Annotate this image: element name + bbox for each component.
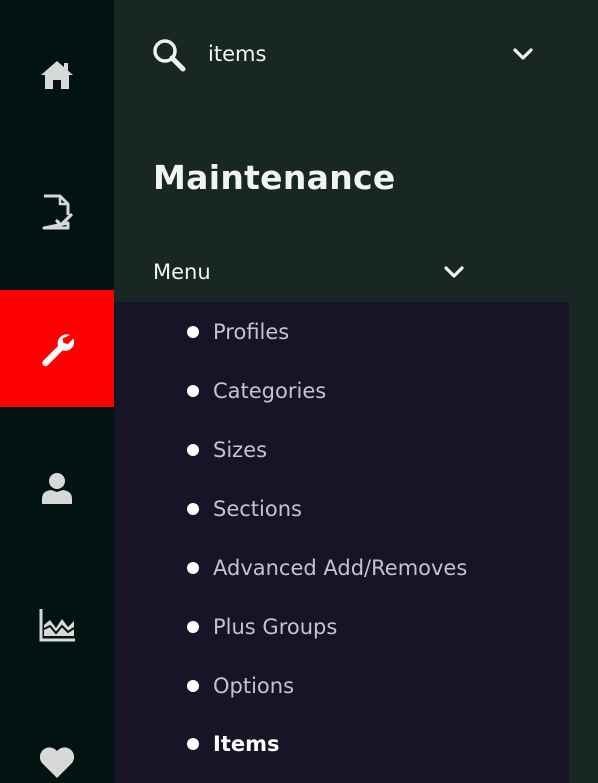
- rail-item-favorites[interactable]: [0, 703, 114, 783]
- menu-item-label: Options: [213, 674, 295, 698]
- bullet-icon: [187, 562, 199, 574]
- menu-item-categories[interactable]: Categories: [184, 371, 554, 411]
- menu-item-label: Sizes: [213, 438, 268, 462]
- menu-toggle[interactable]: Menu: [153, 250, 473, 294]
- rail-item-reports[interactable]: [0, 566, 114, 683]
- menu-item-plus-groups[interactable]: Plus Groups: [184, 607, 554, 647]
- menu-item-label: Categories: [213, 379, 327, 403]
- document-check-icon: [42, 194, 73, 229]
- chevron-down-icon: [444, 266, 464, 278]
- bullet-icon: [187, 326, 199, 338]
- rail-item-documents[interactable]: [0, 153, 114, 270]
- menu-item-advanced-add-removes[interactable]: Advanced Add/Removes: [184, 548, 554, 588]
- bullet-icon: [187, 444, 199, 456]
- menu-label: Menu: [153, 260, 211, 284]
- menu-item-label: Sections: [213, 497, 302, 521]
- app: items Maintenance Menu Profiles Categori…: [0, 0, 598, 783]
- section-title: Maintenance: [153, 158, 396, 197]
- bullet-icon: [187, 680, 199, 692]
- menu-item-options[interactable]: Options: [184, 666, 554, 706]
- home-icon: [41, 60, 73, 89]
- bullet-icon: [187, 503, 199, 515]
- search-icon: [153, 39, 186, 72]
- rail-item-home[interactable]: [0, 16, 114, 133]
- menu-item-label: Plus Groups: [213, 615, 338, 639]
- menu-item-sections[interactable]: Sections: [184, 489, 554, 529]
- area-chart-icon: [39, 608, 75, 641]
- submenu-list: Profiles Categories Sizes Sections Advan…: [114, 302, 569, 783]
- wrench-icon: [42, 333, 75, 366]
- search-bar[interactable]: items: [114, 22, 554, 86]
- menu-item-profiles[interactable]: Profiles: [184, 312, 554, 352]
- menu-item-label: Items: [213, 732, 280, 756]
- chevron-down-icon[interactable]: [512, 45, 534, 63]
- bullet-icon: [187, 385, 199, 397]
- user-icon: [42, 472, 72, 504]
- menu-item-sizes[interactable]: Sizes: [184, 430, 554, 470]
- rail-item-users[interactable]: [0, 429, 114, 546]
- menu-item-label: Advanced Add/Removes: [213, 556, 468, 580]
- rail-item-maintenance[interactable]: [0, 290, 114, 407]
- icon-rail: [0, 0, 114, 783]
- menu-item-items[interactable]: Items: [184, 724, 554, 764]
- side-panel: items Maintenance Menu Profiles Categori…: [114, 0, 598, 783]
- bullet-icon: [187, 738, 199, 750]
- heart-icon: [39, 746, 75, 778]
- menu-item-label: Profiles: [213, 320, 290, 344]
- search-input[interactable]: items: [208, 42, 266, 66]
- bullet-icon: [187, 621, 199, 633]
